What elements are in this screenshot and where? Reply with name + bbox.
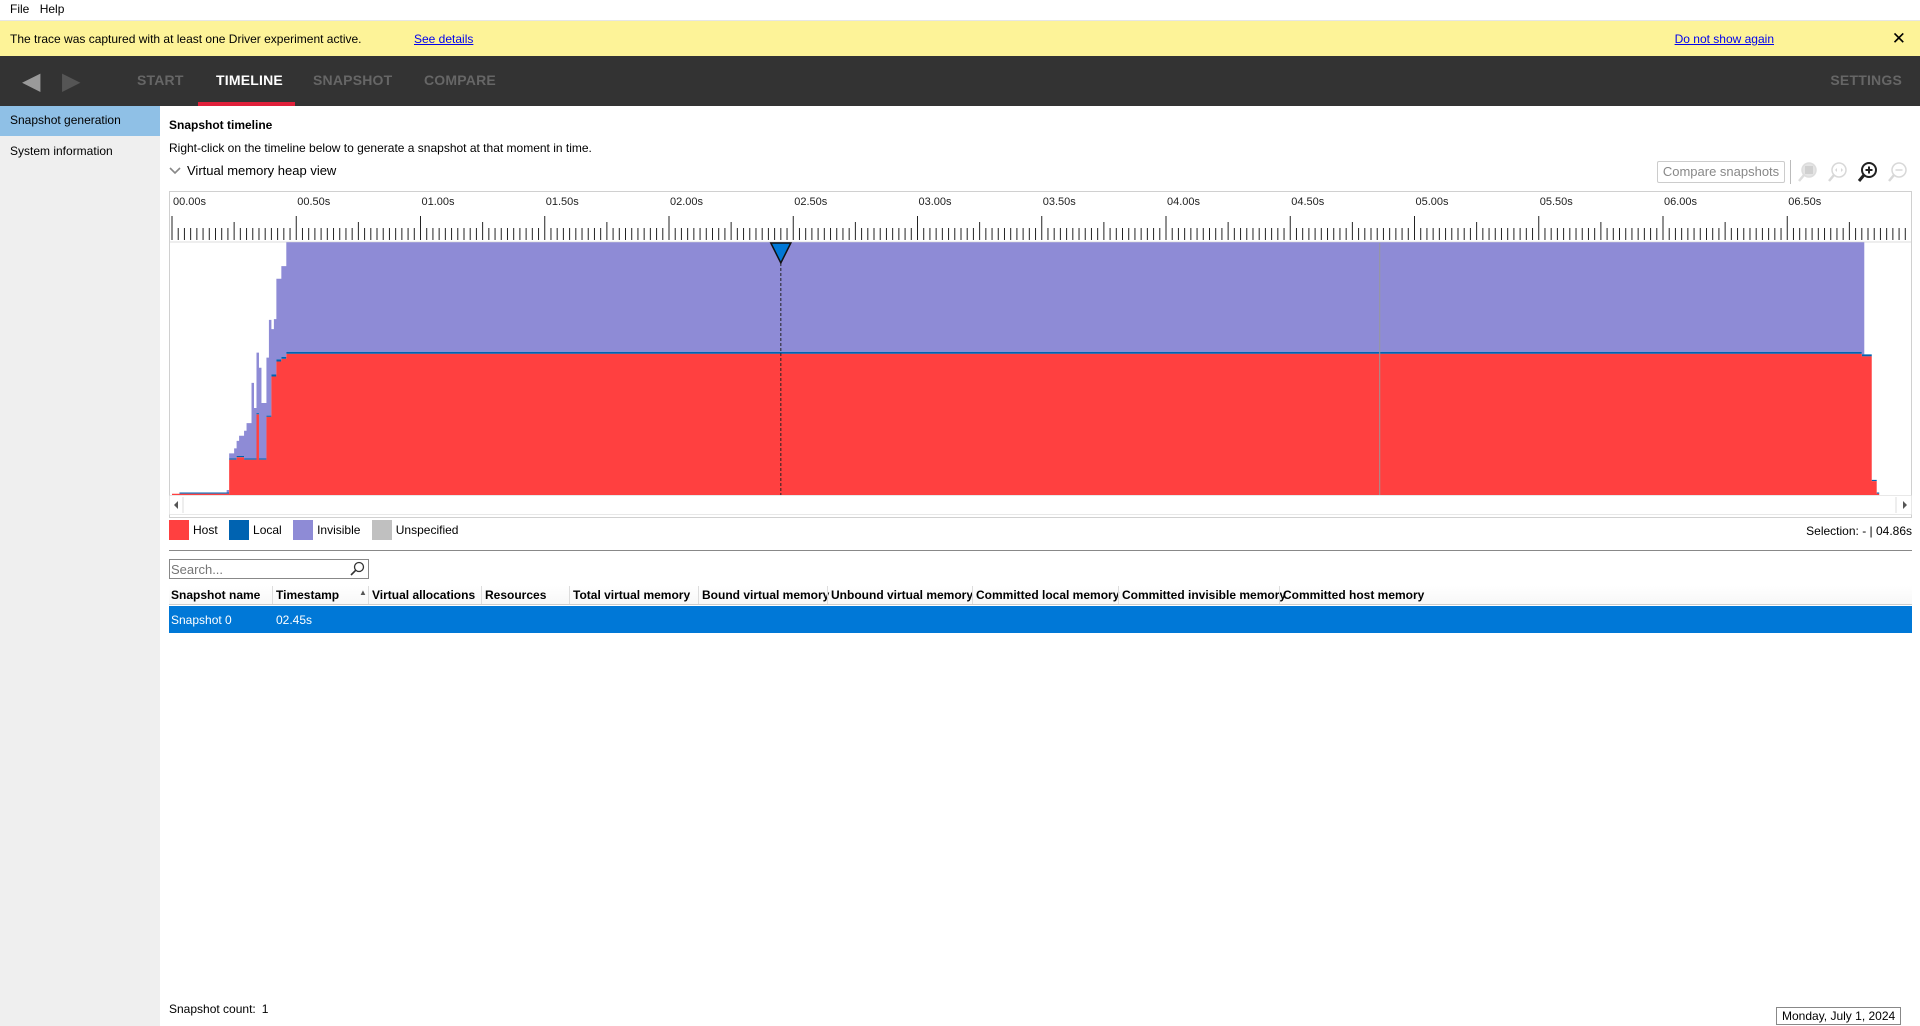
- legend-swatch-unspecified: [371, 520, 392, 540]
- chart-legend: Host Local Invisible Unspecified: [169, 520, 466, 542]
- x-tick-label: 06.50s: [1788, 196, 1822, 208]
- zoom-out-icon[interactable]: [1886, 160, 1910, 184]
- col-timestamp[interactable]: Timestamp: [276, 588, 339, 602]
- section-divider: [169, 550, 1912, 551]
- main-panel: Snapshot timeline Right-click on the tim…: [160, 106, 1920, 1026]
- back-arrow-icon[interactable]: ◀: [22, 70, 40, 94]
- x-tick-label: 00.00s: [173, 196, 207, 208]
- zoom-to-selection-icon[interactable]: [1796, 160, 1820, 184]
- menu-file[interactable]: File: [0, 0, 34, 16]
- nav-bar: ◀ ▶ START TIMELINE SNAPSHOT COMPARE SETT…: [0, 56, 1920, 106]
- legend-label-local: Local: [253, 523, 282, 537]
- sort-ascending-icon: ▲: [359, 588, 367, 597]
- zoom-in-icon[interactable]: [1856, 160, 1880, 184]
- tab-snapshot[interactable]: SNAPSHOT: [313, 72, 392, 88]
- compare-snapshots-button[interactable]: Compare snapshots: [1657, 161, 1785, 183]
- area-host: [172, 353, 1880, 495]
- toolbar-divider: [1790, 160, 1791, 184]
- sidebar-item-system-information[interactable]: System information: [0, 136, 160, 166]
- x-tick-label: 03.50s: [1043, 196, 1077, 208]
- x-axis-ticks: [171, 216, 1906, 240]
- timeline-svg[interactable]: 00.00s 00.50s 01.00s 01.50s 02.00s 02.50s 03.0…: [170, 192, 1911, 497]
- tab-start[interactable]: START: [137, 72, 184, 88]
- x-tick-label: 02.00s: [670, 196, 704, 208]
- x-axis-tick-labels: 00.00s 00.50s 01.00s 01.50s 02.00s 02.50s 03.0…: [173, 196, 1822, 208]
- x-tick-label: 05.00s: [1416, 196, 1450, 208]
- x-tick-label: 06.00s: [1664, 196, 1698, 208]
- timeline-scrollbar[interactable]: [169, 495, 1912, 515]
- see-details-link[interactable]: See details: [414, 32, 473, 46]
- x-tick-label: 02.50s: [794, 196, 828, 208]
- menu-bar: File Help: [0, 0, 1920, 20]
- legend-label-unspecified: Unspecified: [395, 523, 459, 537]
- col-unbound-virtual-memory[interactable]: Unbound virtual memory: [831, 588, 973, 602]
- cell-snapshot-name: Snapshot 0: [171, 613, 232, 627]
- page-subtitle: Right-click on the timeline below to gen…: [169, 141, 592, 155]
- tab-settings[interactable]: SETTINGS: [1830, 72, 1902, 88]
- x-tick-label: 01.00s: [422, 196, 456, 208]
- x-tick-label: 04.50s: [1291, 196, 1325, 208]
- search-box[interactable]: [169, 559, 369, 579]
- zoom-reset-icon[interactable]: [1826, 160, 1850, 184]
- search-input[interactable]: [171, 560, 341, 578]
- col-snapshot-name[interactable]: Snapshot name: [171, 588, 260, 602]
- legend-swatch-invisible: [293, 520, 314, 540]
- close-icon[interactable]: ✕: [1892, 29, 1906, 49]
- chevron-down-icon: [169, 166, 181, 178]
- col-total-virtual-memory[interactable]: Total virtual memory: [573, 588, 690, 602]
- col-resources[interactable]: Resources: [485, 588, 546, 602]
- tab-timeline[interactable]: TIMELINE: [216, 72, 283, 88]
- snapshot-count: Snapshot count: 1: [169, 1002, 268, 1016]
- col-virtual-allocations[interactable]: Virtual allocations: [372, 588, 475, 602]
- date-tooltip: Monday, July 1, 2024: [1776, 1007, 1902, 1025]
- col-committed-invisible-memory[interactable]: Committed invisible memory: [1122, 588, 1286, 602]
- menu-help[interactable]: Help: [38, 0, 70, 16]
- legend-label-invisible: Invisible: [317, 523, 361, 537]
- x-tick-label: 01.50s: [546, 196, 580, 208]
- x-tick-label: 03.00s: [919, 196, 953, 208]
- x-tick-label: 04.00s: [1167, 196, 1201, 208]
- forward-arrow-icon[interactable]: ▶: [62, 70, 80, 94]
- col-committed-local-memory[interactable]: Committed local memory: [976, 588, 1119, 602]
- tab-compare[interactable]: COMPARE: [424, 72, 496, 88]
- snapshot-table: Snapshot name Timestamp ▲ Virtual alloca…: [169, 586, 1912, 633]
- sidebar-item-snapshot-generation[interactable]: Snapshot generation: [0, 106, 160, 136]
- x-tick-label: 00.50s: [297, 196, 331, 208]
- heap-view-toggle[interactable]: Virtual memory heap view: [169, 163, 336, 178]
- table-row[interactable]: Snapshot 0 02.45s: [169, 606, 1912, 633]
- heap-view-label: Virtual memory heap view: [187, 163, 337, 178]
- x-tick-label: 05.50s: [1540, 196, 1574, 208]
- experiment-banner: The trace was captured with at least one…: [0, 20, 1920, 56]
- snapshot-count-label: Snapshot count:: [169, 1002, 256, 1016]
- legend-label-host: Host: [193, 523, 218, 537]
- do-not-show-again-link[interactable]: Do not show again: [1675, 32, 1774, 46]
- snapshot-count-value: 1: [261, 1002, 269, 1016]
- col-committed-host-memory[interactable]: Committed host memory: [1283, 588, 1424, 602]
- legend-swatch-host: [169, 520, 189, 540]
- col-bound-virtual-memory[interactable]: Bound virtual memory: [702, 588, 829, 602]
- search-icon[interactable]: [348, 561, 366, 577]
- banner-message: The trace was captured with at least one…: [10, 32, 362, 46]
- cell-timestamp: 02.45s: [276, 613, 313, 627]
- page-title: Snapshot timeline: [169, 118, 273, 132]
- stacked-areas: [172, 242, 1880, 495]
- sidebar: Snapshot generation System information: [0, 106, 160, 1026]
- table-header: Snapshot name Timestamp ▲ Virtual alloca…: [169, 586, 1912, 605]
- timeline-chart[interactable]: 00.00s 00.50s 01.00s 01.50s 02.00s 02.50s 03.0…: [169, 191, 1912, 518]
- legend-swatch-local: [229, 520, 250, 540]
- selection-readout: Selection: - | 04.86s: [1806, 524, 1912, 538]
